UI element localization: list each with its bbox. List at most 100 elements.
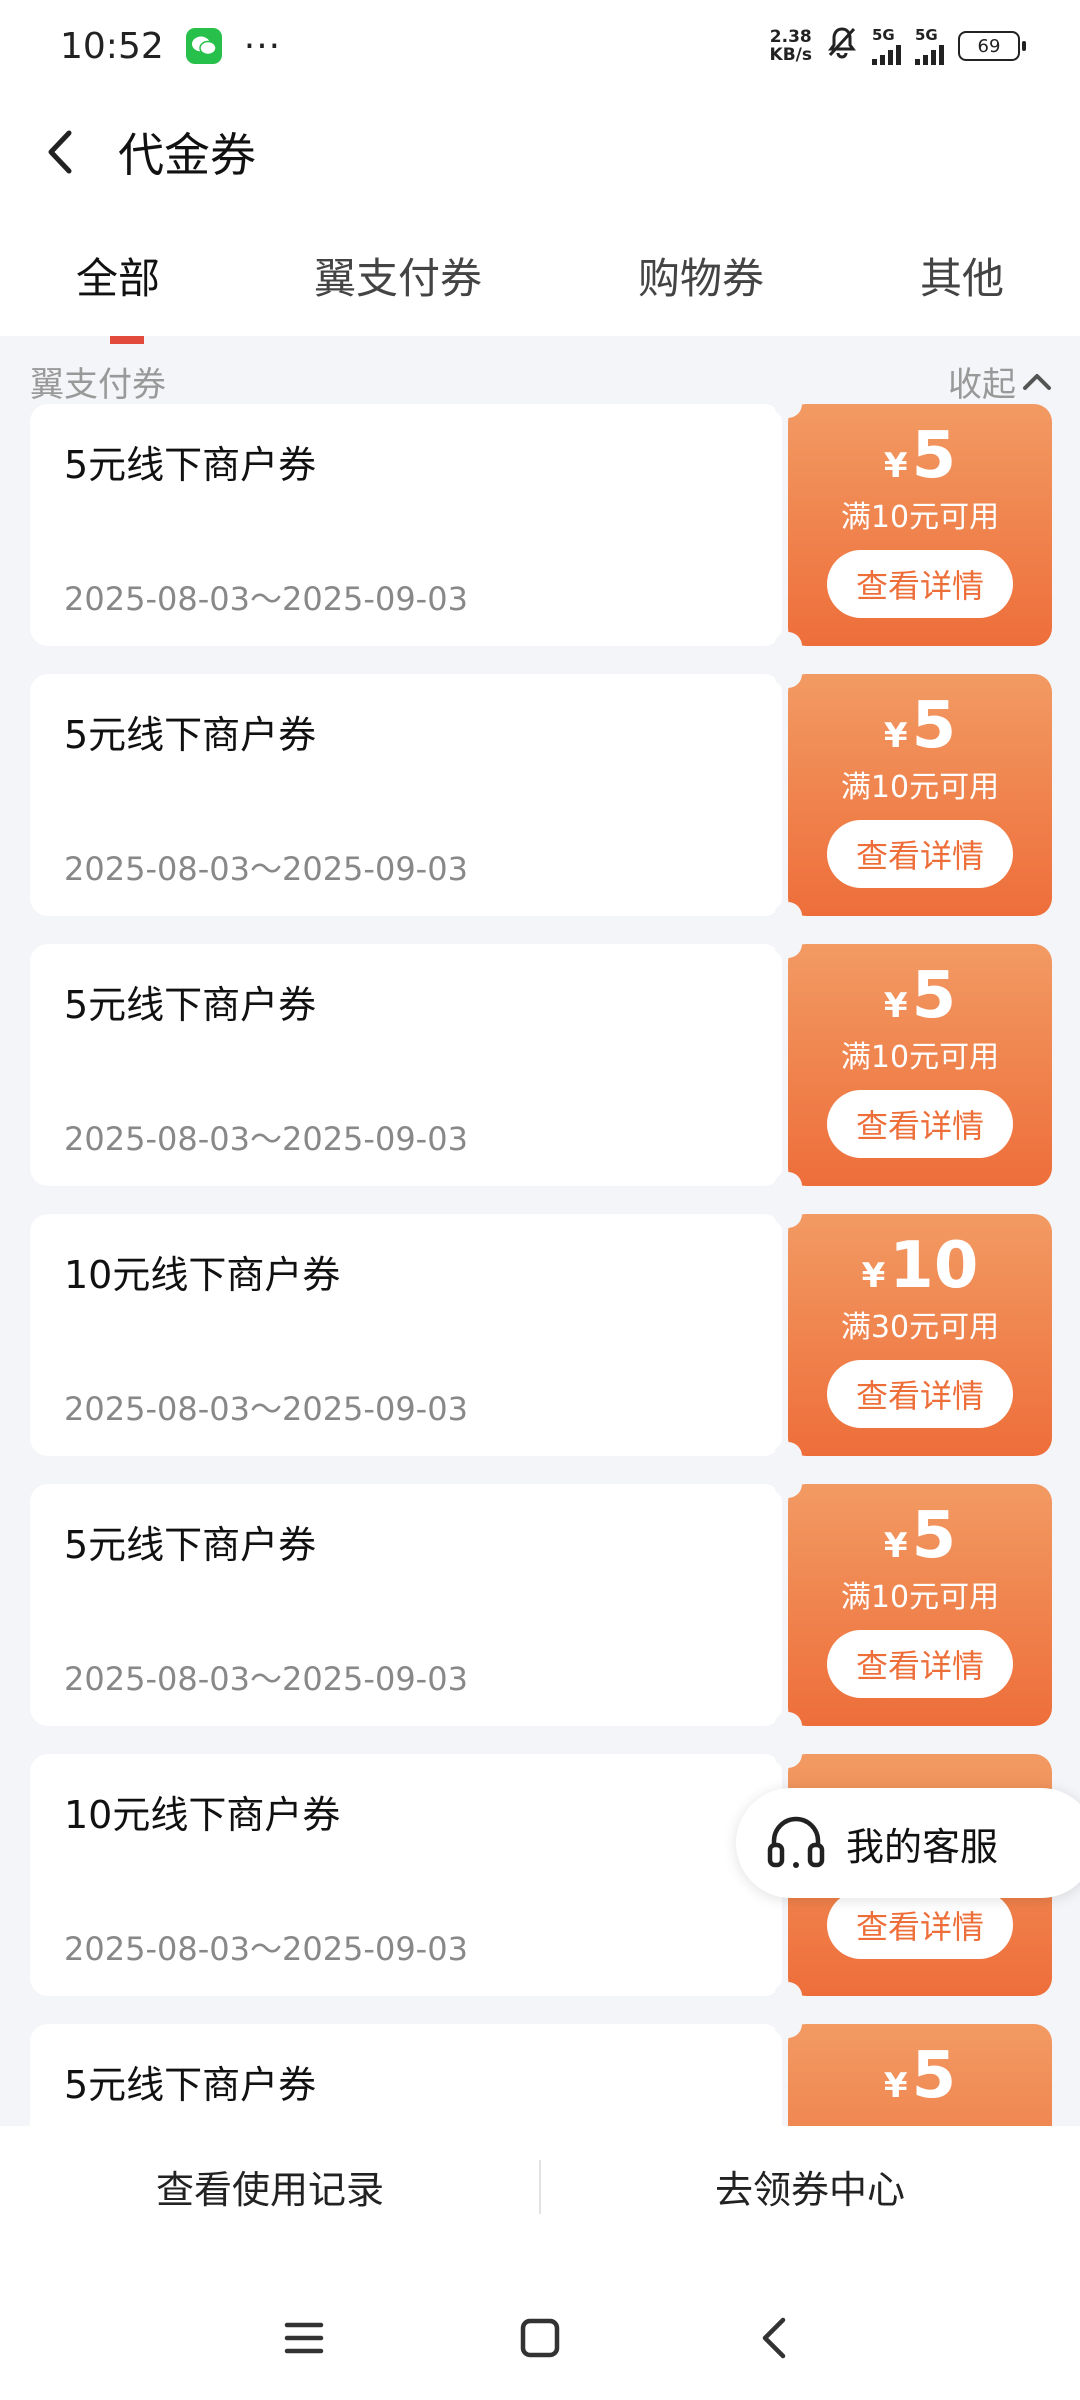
coupon-date: 2025-08-03～2025-09-03: [64, 1660, 468, 1698]
section-header: 翼支付券 收起: [30, 356, 1052, 406]
currency-symbol: ¥: [883, 1526, 908, 1566]
coupon-notch: [774, 2010, 802, 2038]
bottom-action-bar: 查看使用记录 去领券中心: [0, 2126, 1080, 2246]
view-details-button[interactable]: 查看详情: [827, 1891, 1013, 1959]
coupon-condition: 满10元可用: [840, 770, 1000, 805]
coupon-value-panel: ¥5 满10元可用 查看详情: [788, 944, 1052, 1186]
coupon-info: 5元线下商户券 2025-08-03～2025-09-03: [30, 944, 782, 1186]
coupon-notch: [774, 1712, 802, 1740]
coupon-notch: [774, 632, 802, 660]
headset-icon: [767, 1816, 825, 1868]
menu-icon: [284, 2322, 324, 2354]
coupon-name: 5元线下商户券: [64, 443, 317, 487]
coupon-card[interactable]: 5元线下商户券 2025-08-03～2025-09-03 ¥5 满10元可用 …: [30, 930, 1052, 1200]
tab-bestpay-coupons[interactable]: 翼支付券: [314, 245, 482, 306]
back-icon: [762, 2317, 786, 2359]
coupon-notch: [774, 902, 802, 930]
view-details-button[interactable]: 查看详情: [827, 1630, 1013, 1698]
coupon-info: 10元线下商户券 2025-08-03～2025-09-03: [30, 1754, 782, 1996]
coupon-value-panel: ¥5: [788, 2024, 1052, 2126]
coupon-notch: [774, 1470, 802, 1498]
chevron-left-icon: [48, 130, 72, 174]
coupon-card[interactable]: 5元线下商户券 2025-08-03～2025-09-03 ¥5 满10元可用 …: [30, 660, 1052, 930]
home-button[interactable]: [510, 2308, 570, 2368]
currency-symbol: ¥: [883, 716, 908, 756]
coupon-amount: ¥5: [884, 960, 956, 1032]
collapse-label: 收起: [948, 364, 1016, 405]
collapse-button[interactable]: 收起: [948, 357, 1052, 406]
signal-1-icon: 5G: [872, 25, 901, 65]
menu-button[interactable]: [274, 2308, 334, 2368]
coupon-amount: ¥10: [862, 1230, 979, 1302]
previous-item-peek: [0, 336, 1080, 348]
speed-unit: KB/s: [769, 45, 812, 65]
status-time: 10:52: [60, 25, 164, 67]
customer-service-button[interactable]: 我的客服: [736, 1788, 1080, 1898]
coupon-notch: [774, 1200, 802, 1228]
battery-icon: 69: [958, 31, 1026, 61]
view-details-button[interactable]: 查看详情: [827, 820, 1013, 888]
signal-2-icon: 5G: [915, 25, 944, 65]
battery-level: 69: [977, 35, 1001, 57]
network-type-2: 5G: [915, 25, 938, 44]
coupon-condition: 满10元可用: [840, 1040, 1000, 1075]
coupon-center-button[interactable]: 去领券中心: [540, 2159, 1080, 2214]
coupon-date: 2025-08-03～2025-09-03: [64, 1120, 468, 1158]
currency-symbol: ¥: [861, 1256, 886, 1296]
wechat-icon: [185, 28, 222, 64]
speed-value: 2.38: [769, 27, 812, 47]
view-details-button[interactable]: 查看详情: [827, 1360, 1013, 1428]
tab-all[interactable]: 全部: [76, 245, 160, 306]
view-details-button[interactable]: 查看详情: [827, 550, 1013, 618]
coupon-value-panel: ¥5 满10元可用 查看详情: [788, 1484, 1052, 1726]
currency-symbol: ¥: [883, 446, 908, 486]
coupon-notch: [774, 1740, 802, 1768]
page-title: 代金券: [118, 128, 256, 182]
coupon-date: 2025-08-03～2025-09-03: [64, 580, 468, 618]
coupon-name: 5元线下商户券: [64, 983, 317, 1027]
tab-bar: 全部 翼支付券 购物券 其他: [0, 220, 1080, 330]
coupon-amount: ¥5: [884, 1500, 956, 1572]
chevron-up-icon: [1023, 374, 1051, 390]
amount-value: 5: [911, 689, 957, 763]
coupon-name: 5元线下商户券: [64, 713, 317, 757]
tab-shopping-coupons[interactable]: 购物券: [638, 245, 764, 306]
usage-records-button[interactable]: 查看使用记录: [0, 2159, 540, 2214]
coupon-card[interactable]: 5元线下商户券 2025-08-03～2025-09-03 ¥5 满10元可用 …: [30, 1470, 1052, 1740]
status-more-icon: ···: [243, 25, 282, 67]
customer-service-label: 我的客服: [846, 1824, 999, 1869]
coupon-notch: [774, 1442, 802, 1470]
amount-value: 5: [911, 1499, 957, 1573]
coupon-date: 2025-08-03～2025-09-03: [64, 850, 468, 888]
status-bar: 10:52 ··· 2.38 KB/s 5G 5G 69: [0, 0, 1080, 92]
amount-value: 10: [889, 1229, 979, 1303]
tab-other[interactable]: 其他: [920, 245, 1004, 306]
coupon-date: 2025-08-03～2025-09-03: [64, 1930, 468, 1968]
coupon-amount: ¥5: [884, 2040, 956, 2112]
coupon-card[interactable]: 5元线下商户券 ¥5: [30, 2010, 1052, 2126]
system-back-button[interactable]: [744, 2308, 804, 2368]
back-button[interactable]: [30, 122, 90, 182]
divider: [539, 2160, 541, 2214]
coupon-name: 10元线下商户券: [64, 1793, 341, 1837]
coupon-condition: 满10元可用: [840, 500, 1000, 535]
status-indicators: 2.38 KB/s 5G 5G 69: [770, 25, 1026, 68]
coupon-card[interactable]: 10元线下商户券 2025-08-03～2025-09-03 ¥10 满30元可…: [30, 1200, 1052, 1470]
coupon-card[interactable]: 5元线下商户券 2025-08-03～2025-09-03 ¥5 满10元可用 …: [30, 390, 1052, 660]
coupon-info: 5元线下商户券 2025-08-03～2025-09-03: [30, 404, 782, 646]
network-type-1: 5G: [872, 25, 895, 44]
view-details-button[interactable]: 查看详情: [827, 1090, 1013, 1158]
amount-value: 5: [911, 2039, 957, 2113]
coupon-condition: 满10元可用: [840, 1580, 1000, 1615]
mute-icon: [826, 25, 858, 68]
coupon-notch: [774, 660, 802, 688]
system-navigation-bar: [0, 2270, 1080, 2400]
network-speed: 2.38 KB/s: [770, 28, 812, 64]
coupon-date: 2025-08-03～2025-09-03: [64, 1390, 468, 1428]
coupon-value-panel: ¥5 满10元可用 查看详情: [788, 404, 1052, 646]
coupon-value-panel: ¥5 满10元可用 查看详情: [788, 674, 1052, 916]
coupon-value-panel: ¥10 满30元可用 查看详情: [788, 1214, 1052, 1456]
coupon-info: 5元线下商户券 2025-08-03～2025-09-03: [30, 674, 782, 916]
home-icon: [520, 2318, 560, 2358]
coupon-notch: [774, 930, 802, 958]
